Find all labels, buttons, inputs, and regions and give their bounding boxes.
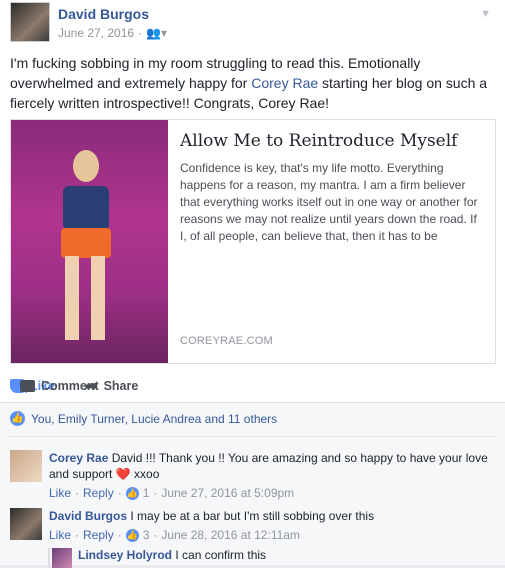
comment-button[interactable]: Comment [20,379,150,393]
divider [10,436,495,437]
post-header: David Burgos June 27, 2016 · 👥▾ ▼ [10,2,495,44]
comment-time[interactable]: June 27, 2016 at 5:09pm [161,486,294,500]
post-meta: June 27, 2016 · 👥▾ [58,26,168,40]
post-text: I'm fucking sobbing in my room strugglin… [10,55,488,111]
commenter-name[interactable]: Corey Rae [49,451,108,465]
preview-title[interactable]: Allow Me to Reintroduce Myself [180,130,483,152]
reply-avatar[interactable] [52,548,72,568]
person-figure [51,150,121,350]
commenter-name[interactable]: David Burgos [49,509,127,523]
comment-reply-link[interactable]: Reply [83,528,114,542]
comments-section: 👍 You, Emily Turner, Lucie Andrea and 11… [0,402,505,568]
chevron-down-icon[interactable]: ▼ [480,8,491,20]
heart-emoji: ❤️ [115,467,131,481]
like-count[interactable]: 3 [143,528,150,542]
preview-description: Confidence is key, that's my life motto.… [180,161,478,243]
comment-text: David Burgos I may be at a bar but I'm s… [49,509,375,523]
like-count-icon: 👍 [125,486,139,500]
reply-text: Lindsey Holyrod I can confirm this [78,548,267,562]
reply-name[interactable]: Lindsey Holyrod [78,548,172,562]
mention-link[interactable]: Corey Rae [251,75,318,91]
commenter-avatar[interactable] [10,508,42,540]
author-name[interactable]: David Burgos [58,6,149,22]
comment-like-link[interactable]: Like [49,486,71,500]
preview-body: Allow Me to Reintroduce Myself Confidenc… [168,120,495,363]
like-reaction-icon: 👍 [10,411,25,426]
comment-meta: Like · Reply · 👍 3 · June 28, 2016 at 12… [49,528,300,542]
preview-domain: COREYRAE.COM [180,335,273,347]
likes-summary[interactable]: 👍 You, Emily Turner, Lucie Andrea and 11… [10,411,277,426]
comment-like-link[interactable]: Like [49,528,71,542]
comment-text: Corey Rae David !!! Thank you !! You are… [49,451,488,481]
friends-icon[interactable]: 👥▾ [146,26,167,40]
reply-item: Lindsey Holyrod I can confirm this [48,548,266,568]
comment-meta: Like · Reply · 👍 1 · June 27, 2016 at 5:… [49,486,295,500]
comment-icon [20,380,35,393]
like-count-icon: 👍 [125,528,139,542]
post-card: David Burgos June 27, 2016 · 👥▾ ▼ I'm fu… [0,0,505,568]
preview-image[interactable] [11,120,168,363]
author-avatar[interactable] [10,2,50,42]
commenter-avatar[interactable] [10,450,42,482]
like-count[interactable]: 1 [143,486,150,500]
comment-time[interactable]: June 28, 2016 at 12:11am [161,528,300,542]
comment-reply-link[interactable]: Reply [83,486,114,500]
link-preview[interactable]: Allow Me to Reintroduce Myself Confidenc… [10,119,496,364]
action-bar: Like Comment ➦ Share [10,374,495,398]
post-date[interactable]: June 27, 2016 [58,26,134,40]
